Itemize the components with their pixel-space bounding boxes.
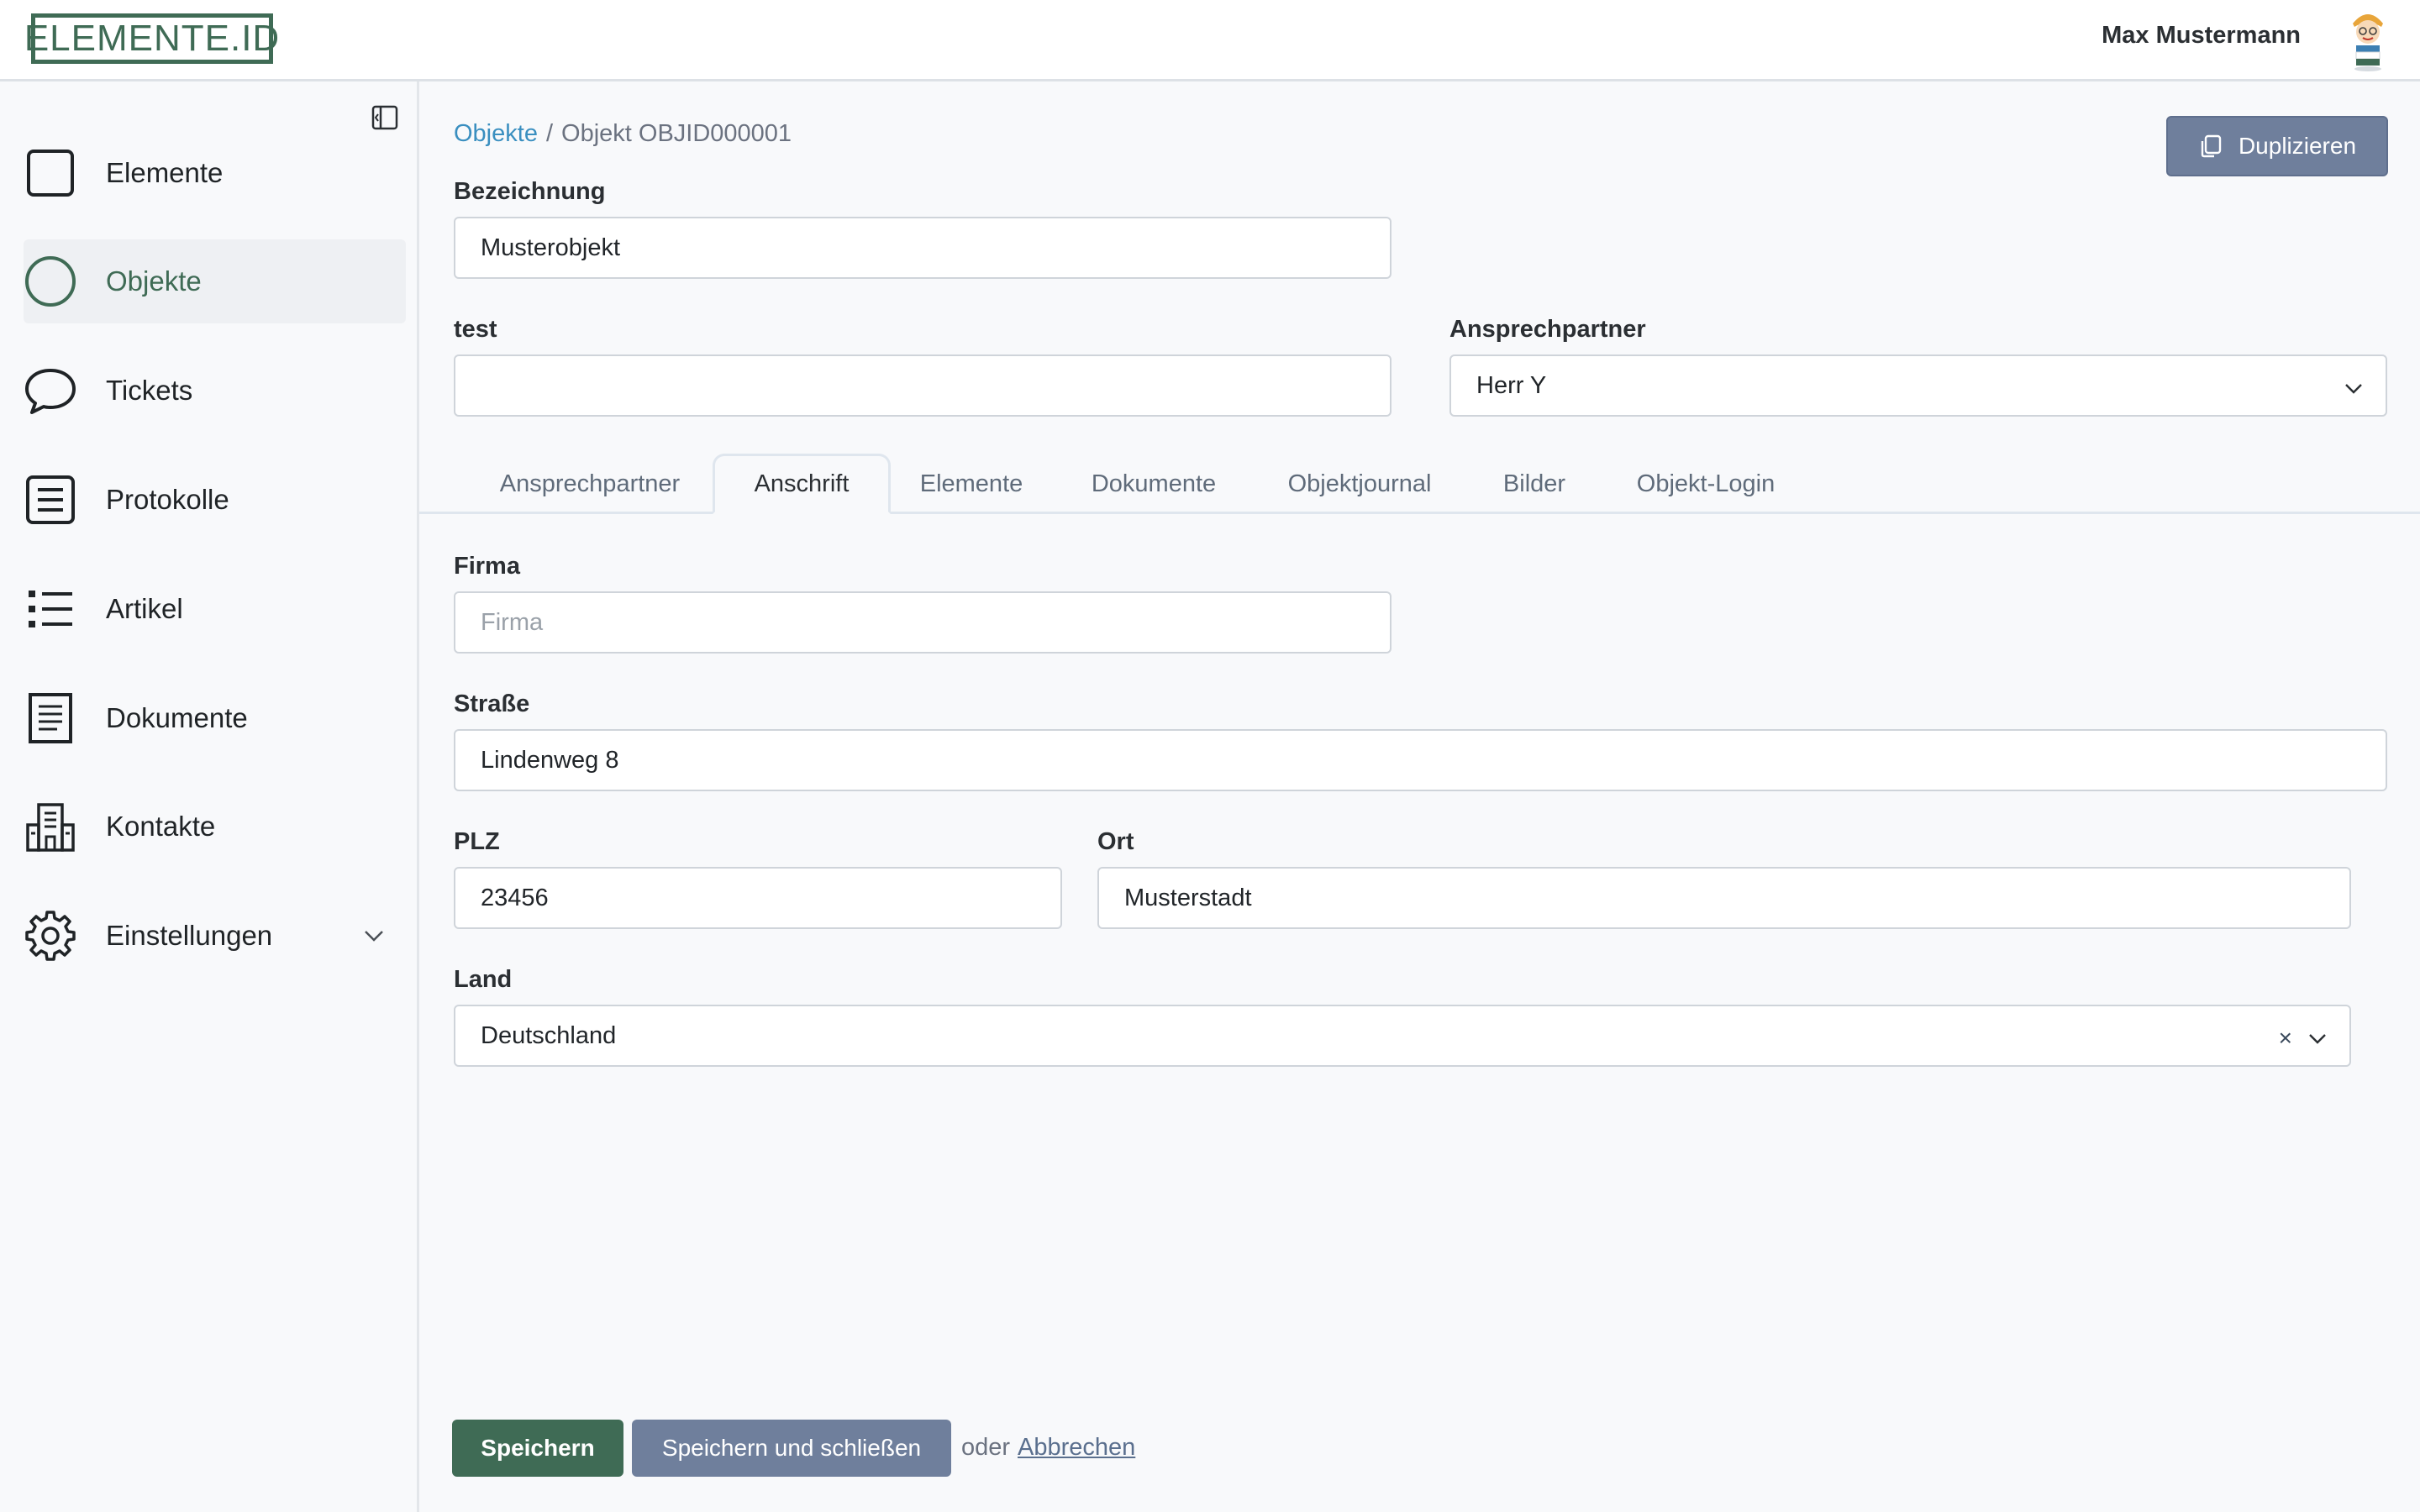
sidebar-item-einstellungen[interactable]: Einstellungen xyxy=(24,894,406,978)
gear-icon xyxy=(25,911,76,961)
land-label: Land xyxy=(454,966,513,993)
strasse-label: Straße xyxy=(454,690,530,717)
sidebar-item-label: Protokolle xyxy=(106,484,229,515)
cancel-link[interactable]: Abbrechen xyxy=(1018,1434,1135,1462)
logo[interactable]: ELEMENTE.ID xyxy=(24,13,279,64)
breadcrumb: Objekte / Objekt OBJID000001 xyxy=(454,120,792,148)
chevron-down-icon[interactable] xyxy=(2307,1028,2328,1048)
ort-input[interactable]: Musterstadt xyxy=(1097,867,2351,929)
tab-ansprechpartner[interactable]: Ansprechpartner xyxy=(476,454,704,514)
breadcrumb-current: Objekt OBJID000001 xyxy=(561,120,792,147)
firma-input[interactable]: Firma xyxy=(454,591,1392,654)
ansprechpartner-select[interactable]: Herr Y xyxy=(1449,354,2387,417)
sidebar-item-elemente[interactable]: Elemente xyxy=(24,131,406,215)
sidebar-item-kontakte[interactable]: Kontakte xyxy=(24,785,406,869)
document-icon xyxy=(29,693,72,743)
tab-elemente[interactable]: Elemente xyxy=(899,454,1044,514)
sidebar-item-objekte[interactable]: Objekte xyxy=(24,239,406,323)
list-box-icon xyxy=(26,475,75,524)
or-text: oder xyxy=(961,1434,1011,1461)
sidebar-item-tickets[interactable]: Tickets xyxy=(24,349,406,433)
bezeichnung-input[interactable]: Musterobjekt xyxy=(454,217,1392,279)
avatar[interactable] xyxy=(2344,8,2391,72)
ansprechpartner-value: Herr Y xyxy=(1476,371,1547,399)
duplicate-button[interactable]: Duplizieren xyxy=(2166,116,2388,176)
plz-input[interactable]: 23456 xyxy=(454,867,1062,929)
sidebar-item-label: Objekte xyxy=(106,265,202,297)
bullet-list-icon xyxy=(29,591,72,627)
land-value: Deutschland xyxy=(481,1021,617,1049)
sidebar-item-label: Kontakte xyxy=(106,811,216,842)
sidebar-item-label: Tickets xyxy=(106,375,193,406)
strasse-input[interactable]: Lindenweg 8 xyxy=(454,729,2387,791)
top-bar: ELEMENTE.ID Max Mustermann xyxy=(0,0,2420,81)
circle-icon xyxy=(25,256,76,307)
copy-icon xyxy=(2201,134,2222,158)
square-icon xyxy=(27,150,74,197)
chat-bubble-icon xyxy=(25,369,76,414)
test-label: test xyxy=(454,316,497,343)
tab-objektjournal[interactable]: Objektjournal xyxy=(1264,454,1455,514)
test-input[interactable] xyxy=(454,354,1392,417)
ansprechpartner-label: Ansprechpartner xyxy=(1449,316,1646,343)
bezeichnung-label: Bezeichnung xyxy=(454,178,606,205)
save-button[interactable]: Speichern xyxy=(452,1420,623,1477)
sidebar-item-label: Artikel xyxy=(106,593,183,624)
land-select[interactable]: Deutschland × xyxy=(454,1005,2351,1067)
breadcrumb-link-objekte[interactable]: Objekte xyxy=(454,120,538,147)
sidebar-collapse-icon[interactable] xyxy=(371,103,399,132)
save-and-close-button[interactable]: Speichern und schließen xyxy=(632,1420,951,1477)
breadcrumb-separator: / xyxy=(545,120,554,147)
sidebar-item-protokolle[interactable]: Protokolle xyxy=(24,458,406,542)
sidebar-item-artikel[interactable]: Artikel xyxy=(24,567,406,651)
duplicate-button-label: Duplizieren xyxy=(2238,133,2357,159)
chevron-down-icon xyxy=(2345,384,2362,394)
clear-icon[interactable]: × xyxy=(2279,1025,2292,1052)
sidebar-item-label: Einstellungen xyxy=(106,920,273,951)
tab-objekt-login[interactable]: Objekt-Login xyxy=(1613,454,1798,514)
user-name[interactable]: Max Mustermann xyxy=(2102,22,2301,50)
plz-label: PLZ xyxy=(454,828,500,855)
tab-anschrift[interactable]: Anschrift xyxy=(713,454,891,514)
sidebar-item-label: Elemente xyxy=(106,157,224,188)
sidebar-item-label: Dokumente xyxy=(106,702,248,733)
ort-label: Ort xyxy=(1097,828,1134,855)
firma-label: Firma xyxy=(454,553,520,580)
building-icon xyxy=(26,803,75,852)
chevron-down-icon[interactable] xyxy=(362,924,386,948)
sidebar: Elemente Objekte Tickets Protokolle Arti… xyxy=(0,81,419,1512)
sidebar-item-dokumente[interactable]: Dokumente xyxy=(24,676,406,760)
tab-dokumente[interactable]: Dokumente xyxy=(1069,454,1239,514)
tab-bilder[interactable]: Bilder xyxy=(1481,454,1588,514)
